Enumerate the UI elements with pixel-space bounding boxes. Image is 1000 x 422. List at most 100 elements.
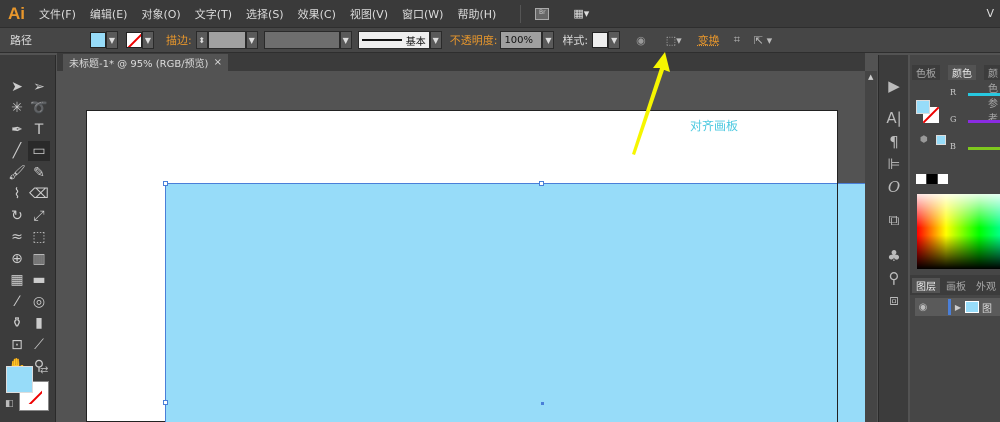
- scale-tool-icon[interactable]: ⤢: [28, 206, 50, 226]
- black-swatch[interactable]: [927, 174, 937, 184]
- handle-middle-left[interactable]: [163, 400, 168, 405]
- stroke-dropdown[interactable]: ▼: [142, 31, 154, 49]
- opentype-icon[interactable]: O: [883, 176, 905, 198]
- default-colors-icon[interactable]: ◧: [5, 399, 14, 409]
- recolor-artwork-icon[interactable]: ◉: [636, 34, 646, 47]
- direct-selection-tool-icon[interactable]: ➢: [28, 77, 50, 97]
- r-slider[interactable]: [968, 93, 1000, 96]
- selected-rectangle[interactable]: [163, 181, 865, 422]
- stroke-weight-field[interactable]: [207, 31, 246, 49]
- selection-tool-icon[interactable]: ➤: [6, 77, 28, 97]
- menu-type[interactable]: 文字(T): [195, 6, 232, 22]
- expand-layer-icon[interactable]: ▶: [951, 303, 965, 312]
- layer-name[interactable]: 图: [982, 300, 992, 315]
- opacity-dropdown[interactable]: ▼: [542, 31, 555, 49]
- play-action-icon[interactable]: ▶: [883, 75, 905, 97]
- panel-fill-box[interactable]: [916, 100, 930, 114]
- menu-edit[interactable]: 编辑(E): [90, 6, 128, 22]
- line-tool-icon[interactable]: ╱: [6, 141, 28, 161]
- menu-object[interactable]: 对象(O): [141, 6, 180, 22]
- perspective-grid-tool-icon[interactable]: ▥: [28, 249, 50, 269]
- type-tool-icon[interactable]: T: [28, 120, 50, 140]
- close-tab-icon[interactable]: ×: [214, 57, 222, 68]
- menu-select[interactable]: 选择(S): [246, 6, 284, 22]
- blob-brush-tool-icon[interactable]: ⌇: [6, 184, 28, 204]
- fill-color-box[interactable]: [6, 366, 33, 393]
- menu-effect[interactable]: 效果(C): [298, 6, 336, 22]
- b-slider[interactable]: [968, 147, 1000, 150]
- transform-panel-icon[interactable]: ⧈: [883, 289, 905, 311]
- menu-window[interactable]: 窗口(W): [402, 6, 443, 22]
- envelope-options-icon[interactable]: ⇱ ▾: [754, 34, 772, 47]
- eyedropper-tool-icon[interactable]: ⁄: [6, 292, 28, 312]
- pencil-tool-icon[interactable]: ✎: [28, 163, 50, 183]
- stroke-label[interactable]: 描边:: [166, 32, 192, 48]
- brush-dropdown[interactable]: ▼: [429, 31, 442, 49]
- workspace-switcher[interactable]: V: [986, 7, 994, 20]
- stroke-weight-dropdown[interactable]: ▼: [245, 31, 258, 49]
- rectangle-tool-icon[interactable]: ▭: [28, 141, 50, 161]
- bridge-button[interactable]: Br: [535, 7, 550, 20]
- color-spectrum[interactable]: [917, 194, 1000, 269]
- white-swatch[interactable]: [938, 174, 948, 184]
- artboard-tool-icon[interactable]: ⊡: [6, 335, 28, 355]
- brush-definition[interactable]: 基本: [357, 31, 430, 49]
- document-tab[interactable]: 未标题-1* @ 95% (RGB/预览) ×: [63, 54, 228, 71]
- column-graph-tool-icon[interactable]: ▮: [28, 313, 50, 333]
- g-slider[interactable]: [968, 120, 1000, 123]
- tab-swatches[interactable]: 色板: [912, 65, 940, 80]
- layer-row[interactable]: ◉ ▶ 图: [915, 298, 1000, 316]
- variable-width-profile[interactable]: [263, 31, 340, 49]
- channel-r-label: R: [950, 88, 957, 97]
- slice-tool-icon[interactable]: ⟋: [28, 335, 50, 355]
- divider: [520, 4, 522, 23]
- isolate-icon[interactable]: ⌗: [734, 33, 740, 47]
- character-icon[interactable]: A|: [883, 107, 905, 129]
- tab-artboards[interactable]: 画板: [942, 278, 970, 293]
- shape-builder-tool-icon[interactable]: ⊕: [6, 249, 28, 269]
- visibility-eye-icon[interactable]: ◉: [915, 302, 931, 313]
- paragraph-icon[interactable]: ¶: [883, 131, 905, 153]
- pathfinder-icon[interactable]: ⧉: [883, 209, 905, 231]
- lasso-tool-icon[interactable]: ➰: [28, 98, 50, 118]
- magic-wand-tool-icon[interactable]: ✳: [6, 98, 28, 118]
- rotate-tool-icon[interactable]: ↻: [6, 206, 28, 226]
- stroke-none-swatch[interactable]: [126, 32, 142, 48]
- brushes-icon[interactable]: ⚲: [883, 267, 905, 289]
- style-dropdown[interactable]: ▼: [608, 31, 621, 49]
- tab-color[interactable]: 颜色: [948, 65, 976, 80]
- transform-link[interactable]: 变换: [698, 32, 720, 48]
- symbol-sprayer-tool-icon[interactable]: ⚱: [6, 313, 28, 333]
- graphic-style-swatch[interactable]: [592, 32, 609, 48]
- warp-tool-icon[interactable]: ≈: [6, 227, 28, 247]
- fill-dropdown[interactable]: ▼: [106, 31, 118, 49]
- opacity-label[interactable]: 不透明度:: [450, 32, 498, 48]
- handle-top-center[interactable]: [539, 181, 544, 186]
- align-icon[interactable]: ⊫: [883, 153, 905, 175]
- blend-tool-icon[interactable]: ◎: [28, 292, 50, 312]
- free-transform-tool-icon[interactable]: ⬚: [28, 227, 50, 247]
- menu-file[interactable]: 文件(F): [39, 6, 76, 22]
- tab-appearance[interactable]: 外观: [972, 278, 1000, 293]
- swap-colors-icon[interactable]: ⇄: [40, 365, 48, 376]
- align-to-artboard-icon[interactable]: ⬚▾: [666, 34, 682, 47]
- handle-top-left[interactable]: [163, 181, 168, 186]
- paintbrush-tool-icon[interactable]: 🖌: [6, 163, 28, 183]
- tab-color-guide[interactable]: 颜色参考: [984, 65, 1000, 125]
- fill-swatch[interactable]: [90, 32, 106, 48]
- tab-layers[interactable]: 图层: [912, 278, 940, 293]
- profile-dropdown[interactable]: ▼: [339, 31, 352, 49]
- menu-view[interactable]: 视图(V): [350, 6, 388, 22]
- none-swatch[interactable]: [916, 174, 926, 184]
- arrange-documents-icon[interactable]: ▦▾: [573, 7, 589, 20]
- web-safe-swatch[interactable]: [936, 135, 946, 145]
- pen-tool-icon[interactable]: ✒: [6, 120, 28, 140]
- eraser-tool-icon[interactable]: ⌫: [28, 184, 50, 204]
- opacity-field[interactable]: 100%: [500, 31, 543, 49]
- mesh-tool-icon[interactable]: ▦: [6, 270, 28, 290]
- symbols-icon[interactable]: ♣: [883, 245, 905, 267]
- gradient-tool-icon[interactable]: ▬: [28, 270, 50, 290]
- vertical-scrollbar[interactable]: ▲: [865, 71, 877, 422]
- menu-help[interactable]: 帮助(H): [457, 6, 496, 22]
- stroke-weight-stepper[interactable]: ⬍: [195, 31, 208, 49]
